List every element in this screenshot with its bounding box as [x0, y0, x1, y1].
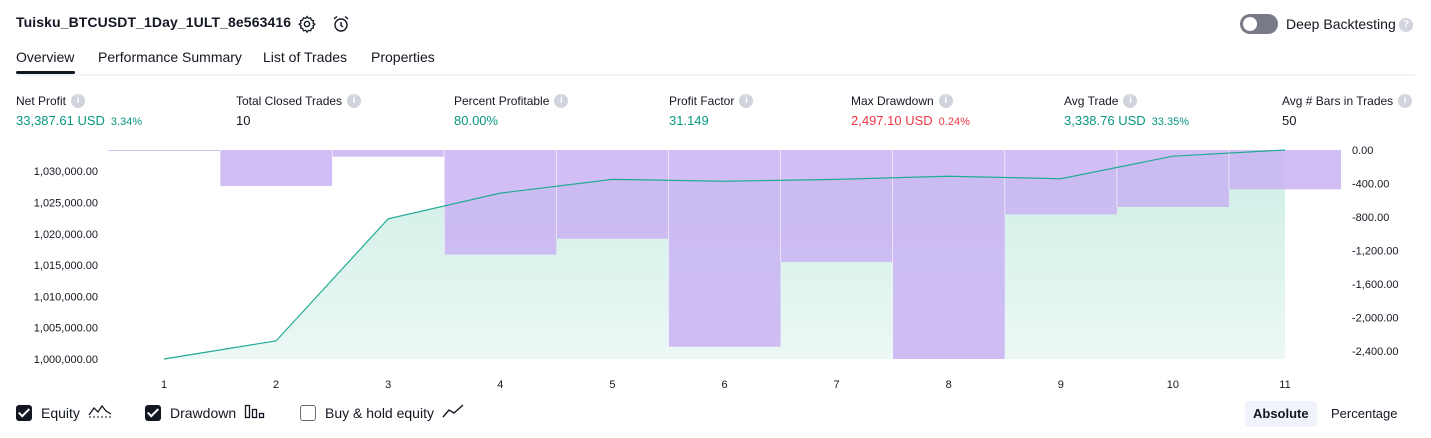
metric-label: Total Closed Trades — [236, 94, 343, 108]
help-icon[interactable]: i — [554, 94, 569, 108]
drawdown-bars-icon — [244, 403, 266, 422]
drawdown-bar — [108, 150, 221, 151]
equity-wave-icon — [88, 403, 112, 422]
metric-net-profit: Net Profit i 33,387.61 USD 3.34% — [16, 94, 142, 128]
help-icon[interactable]: i — [938, 94, 953, 108]
active-tab-indicator — [16, 71, 75, 74]
settings-gear-icon[interactable] — [297, 14, 317, 34]
legend-label: Buy & hold equity — [325, 404, 434, 421]
metric-percent: 3.34% — [110, 116, 143, 128]
drawdown-bar — [668, 150, 781, 347]
x-tick: 7 — [834, 379, 840, 391]
drawdown-bar — [780, 150, 893, 263]
equity-checkbox[interactable] — [16, 404, 32, 421]
drawdown-bar — [1004, 150, 1117, 215]
drawdown-bar — [892, 150, 1005, 359]
drawdown-bar — [1228, 150, 1341, 190]
tab-list-of-trades[interactable]: List of Trades — [263, 49, 347, 65]
metric-label: Profit Factor — [669, 94, 735, 108]
tab-properties[interactable]: Properties — [371, 49, 435, 65]
drawdown-bar — [1116, 150, 1229, 207]
x-tick: 1 — [161, 379, 167, 391]
alarm-clock-icon[interactable] — [331, 14, 351, 34]
buy-hold-line-icon — [442, 403, 464, 422]
metric-label: Net Profit — [16, 94, 67, 108]
x-tick: 5 — [609, 379, 615, 391]
y-right-tick: -2,000.00 — [1352, 312, 1398, 324]
metric-label: Percent Profitable — [454, 94, 550, 108]
deep-backtesting-toggle[interactable] — [1240, 14, 1278, 34]
y-left-tick: 1,000,000.00 — [34, 354, 98, 366]
x-tick: 10 — [1167, 379, 1179, 391]
drawdown-checkbox[interactable] — [145, 404, 161, 421]
y-right-tick: -2,400.00 — [1352, 346, 1398, 358]
metric-value: 31.149 — [669, 113, 709, 128]
help-icon[interactable]: i — [1398, 94, 1413, 108]
y-left-tick: 1,020,000.00 — [34, 229, 98, 241]
y-right-tick: -1,200.00 — [1352, 245, 1398, 257]
x-tick: 6 — [721, 379, 727, 391]
help-icon[interactable]: i — [1123, 94, 1138, 108]
y-right-tick: -800.00 — [1352, 212, 1389, 224]
metric-profit-factor: Profit Factor i 31.149 — [669, 94, 754, 128]
x-tick: 4 — [497, 379, 503, 391]
y-left-tick: 1,030,000.00 — [34, 166, 98, 178]
help-icon[interactable]: i — [347, 94, 362, 108]
strategy-title: Tuisku_BTCUSDT_1Day_1ULT_8e563416 — [16, 14, 292, 30]
legend-equity[interactable]: Equity — [16, 403, 112, 422]
metric-avg-trade: Avg Trade i 3,338.76 USD 33.35% — [1064, 94, 1189, 128]
y-left-tick: 1,005,000.00 — [34, 323, 98, 335]
percentage-button[interactable]: Percentage — [1323, 401, 1406, 427]
x-tick: 8 — [946, 379, 952, 391]
tab-bar: Overview Performance Summary List of Tra… — [16, 48, 1415, 76]
metric-value: 2,497.10 USD — [851, 113, 933, 128]
absolute-button[interactable]: Absolute — [1245, 401, 1317, 427]
metric-value: 33,387.61 USD — [16, 113, 105, 128]
y-right-tick: 0.00 — [1352, 145, 1373, 157]
metric-label: Avg Trade — [1064, 94, 1119, 108]
tab-overview[interactable]: Overview — [16, 49, 75, 74]
x-tick: 2 — [273, 379, 279, 391]
y-left-tick: 1,015,000.00 — [34, 260, 98, 272]
metric-percent-profitable: Percent Profitable i 80.00% — [454, 94, 569, 128]
metric-avg-bars-in-trades: Avg # Bars in Trades i 50 — [1282, 94, 1413, 128]
y-right-tick: -1,600.00 — [1352, 279, 1398, 291]
drawdown-bar — [332, 150, 445, 157]
equity-drawdown-chart[interactable]: 1,030,000.00 1,025,000.00 1,020,000.00 1,01… — [0, 140, 1431, 395]
y-right-tick: -400.00 — [1352, 178, 1389, 190]
deep-backtesting-label: Deep Backtesting — [1286, 16, 1396, 32]
metric-percent: 0.24% — [938, 116, 970, 128]
help-icon[interactable]: i — [739, 94, 754, 108]
metric-value: 10 — [236, 113, 251, 128]
metric-value: 80.00% — [454, 113, 499, 128]
buy-hold-checkbox[interactable] — [300, 404, 316, 421]
legend-buy-hold-equity[interactable]: Buy & hold equity — [300, 403, 464, 422]
metric-percent: 33.35% — [1151, 116, 1189, 128]
legend-label: Drawdown — [170, 404, 237, 421]
metric-total-closed-trades: Total Closed Trades i 10 — [236, 94, 362, 128]
metric-value: 3,338.76 USD — [1064, 113, 1146, 128]
legend-drawdown[interactable]: Drawdown — [145, 403, 266, 422]
tab-performance-summary[interactable]: Performance Summary — [98, 49, 242, 65]
metric-label: Avg # Bars in Trades — [1282, 94, 1394, 108]
drawdown-bar — [556, 150, 669, 239]
help-icon[interactable]: i — [71, 94, 86, 108]
x-tick: 3 — [385, 379, 391, 391]
y-left-tick: 1,025,000.00 — [34, 198, 98, 210]
drawdown-bar — [220, 150, 333, 186]
metric-max-drawdown: Max Drawdown i 2,497.10 USD 0.24% — [851, 94, 970, 128]
metric-value: 50 — [1282, 113, 1297, 128]
y-left-tick: 1,010,000.00 — [34, 291, 98, 303]
x-tick: 11 — [1279, 379, 1290, 391]
metric-label: Max Drawdown — [851, 94, 934, 108]
help-icon[interactable]: ? — [1399, 18, 1413, 32]
legend-label: Equity — [41, 404, 80, 421]
x-tick: 9 — [1058, 379, 1064, 391]
